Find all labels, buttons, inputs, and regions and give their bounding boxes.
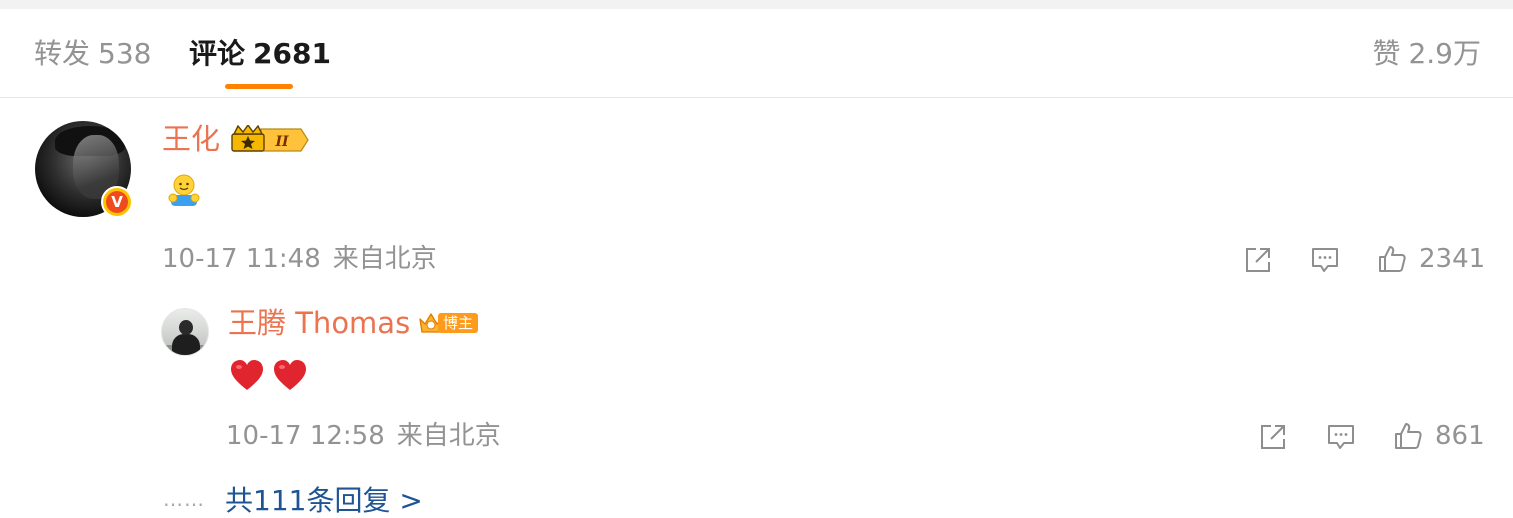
tab-comment-label: 评论 [189, 37, 246, 70]
reply-comment-icon[interactable] [1326, 422, 1356, 452]
heart-emoji-icon [231, 360, 263, 390]
reply-thumbs-up-icon[interactable] [1393, 421, 1423, 451]
tab-comment[interactable]: 评论 2681 [189, 38, 331, 70]
tab-bar: 转发 538 评论 2681 赞 2.9万 [0, 9, 1513, 98]
tab-repost-count: 538 [98, 37, 152, 70]
tab-like-label: 赞 [1372, 37, 1401, 70]
verified-badge-icon: V [101, 186, 133, 218]
heart-emoji-icon [274, 360, 306, 390]
blogger-badge: 博主 [418, 310, 482, 336]
tab-like[interactable]: 赞 2.9万 [1372, 38, 1481, 70]
comment-icon[interactable] [1310, 245, 1340, 275]
active-tab-indicator [225, 84, 293, 89]
tab-repost[interactable]: 转发 538 [34, 38, 151, 70]
reply-time: 10-17 12:58 [226, 421, 385, 451]
crown-level-badge-icon: II [231, 125, 309, 152]
verified-mark: V [106, 191, 128, 213]
thumbs-up-icon[interactable] [1377, 244, 1407, 274]
hug-emoji-icon [168, 174, 200, 206]
comment-like-count: 2341 [1419, 244, 1486, 274]
comment-source: 来自北京 [332, 244, 437, 274]
more-replies-link[interactable]: 共111条回复 > [225, 484, 423, 517]
comment-meta: 10-17 11:48 来自北京 [162, 244, 437, 274]
reply-content [229, 358, 315, 394]
share-icon[interactable] [1243, 245, 1273, 275]
blogger-badge-label: 博主 [438, 313, 479, 333]
reply-username[interactable]: 王腾 Thomas [228, 306, 410, 340]
reply-avatar[interactable] [161, 308, 209, 356]
reply-like-count: 861 [1435, 421, 1485, 451]
tab-comment-count: 2681 [253, 37, 331, 70]
reply-share-icon[interactable] [1258, 422, 1288, 452]
reply-meta: 10-17 12:58 来自北京 [226, 421, 501, 451]
reply-source: 来自北京 [396, 421, 501, 451]
comment-username[interactable]: 王化 [162, 122, 220, 156]
more-replies: …… 共111条回复 > [163, 482, 423, 518]
tab-like-count: 2.9万 [1408, 37, 1481, 70]
more-replies-dots: …… [163, 487, 205, 511]
crown-level-text: II [274, 134, 289, 150]
tab-repost-label: 转发 [34, 37, 91, 70]
comment-time: 10-17 11:48 [162, 244, 321, 274]
top-strip [0, 0, 1513, 9]
